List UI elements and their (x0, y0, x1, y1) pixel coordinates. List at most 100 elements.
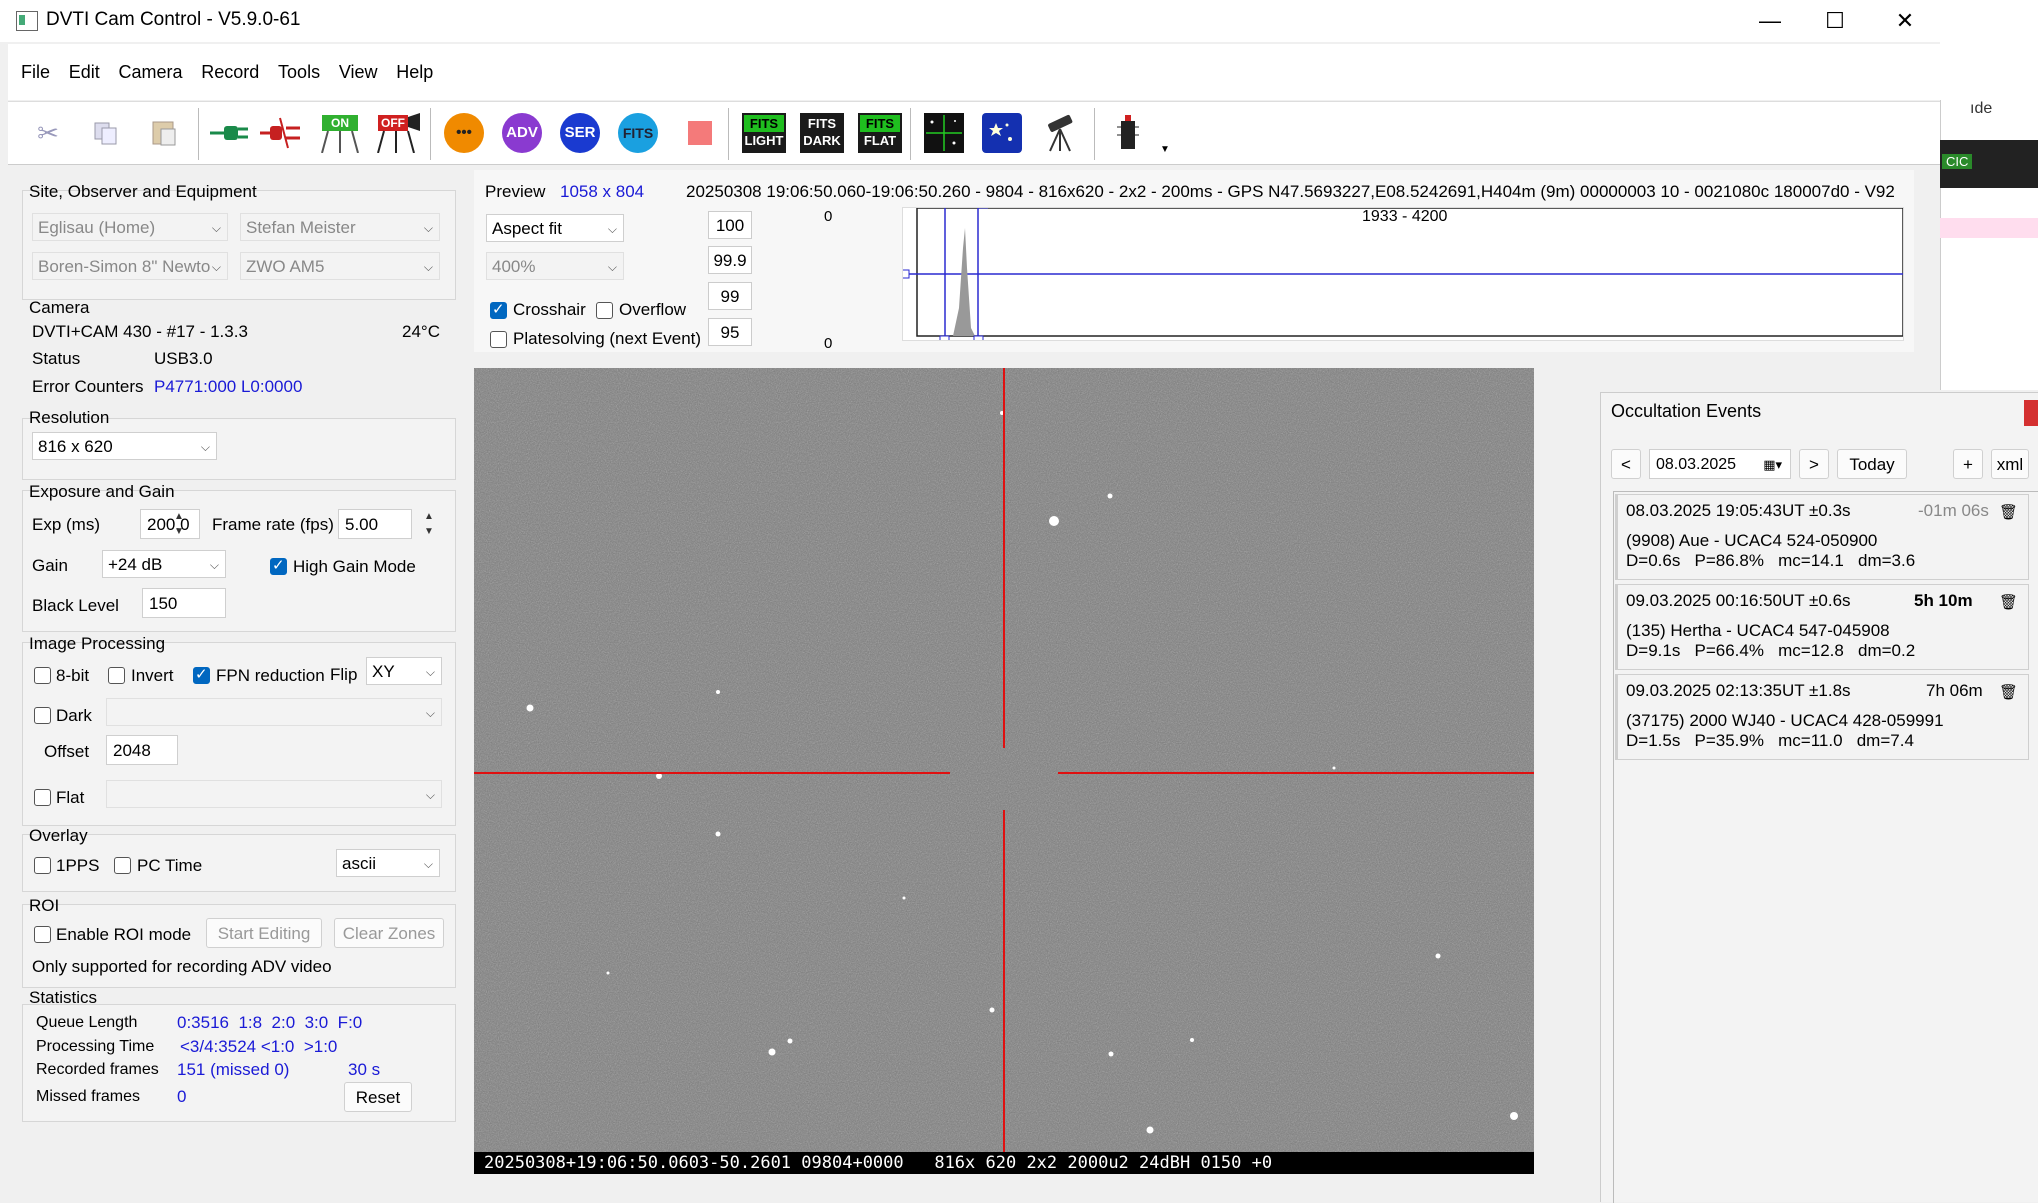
crosshair-icon[interactable] (924, 113, 964, 153)
minimize-button[interactable]: — (1735, 0, 1805, 42)
chevron-down-icon: ⌵ (423, 857, 433, 871)
device-icon[interactable] (1108, 113, 1148, 153)
exposure-stepper[interactable]: ▲ ▼ (170, 509, 188, 539)
close-button[interactable]: ✕ (1870, 0, 1940, 42)
trash-icon[interactable]: 🗑 (1999, 593, 2018, 611)
pc-time-label: PC Time (137, 856, 203, 875)
event-item[interactable]: 08.03.2025 19:05:43UT ±0.3s -01m 06s 🗑 (… (1615, 494, 2029, 580)
more-icon[interactable]: ••• (444, 113, 484, 153)
clear-zones-button[interactable]: Clear Zones (334, 918, 444, 948)
cut-icon[interactable]: ✂ (28, 113, 68, 153)
telescope-select[interactable]: Boren-Simon 8" Newto ⌵ (32, 252, 228, 280)
high-gain-checkbox[interactable] (270, 556, 287, 575)
event-stats: D=0.6s P=86.8% mc=14.1 dm=3.6 (1626, 551, 1916, 570)
black-level-input[interactable]: 150 (142, 588, 226, 618)
camera-image[interactable] (474, 368, 1534, 1174)
calendar-icon[interactable]: ▦▾ (1763, 450, 1782, 480)
platesolve-icon[interactable] (982, 113, 1022, 153)
close-panel-button[interactable] (2024, 400, 2038, 426)
dark-checkbox[interactable] (34, 707, 51, 724)
menu-record[interactable]: Record (201, 44, 259, 100)
level-100[interactable]: 100 (708, 211, 752, 239)
prev-day-button[interactable]: < (1611, 449, 1641, 479)
camera-on-icon[interactable]: ON (318, 113, 364, 153)
trash-icon[interactable]: 🗑 (1999, 683, 2018, 701)
fps-stepper[interactable]: ▲ ▼ (420, 509, 438, 539)
stop-icon[interactable] (680, 113, 720, 153)
observer-select[interactable]: Stefan Meister ⌵ (240, 213, 440, 241)
fits-dark-icon[interactable]: FITS DARK (800, 113, 844, 153)
fits-light-icon[interactable]: FITS LIGHT (742, 113, 786, 153)
background-badge: CIC (1942, 154, 1973, 169)
xml-button[interactable]: xml (1991, 449, 2029, 479)
menu-file[interactable]: File (21, 44, 50, 100)
dark-file-select[interactable]: ⌵ (106, 698, 442, 726)
processing-time-value: <3/4:3524 <1:0 >1:0 (180, 1037, 338, 1056)
overflow-checkbox[interactable] (596, 302, 613, 319)
ser-icon[interactable]: SER (560, 113, 600, 153)
date-input[interactable]: 08.03.2025 ▦▾ (1649, 449, 1791, 479)
invert-checkbox[interactable] (108, 667, 125, 684)
level-99[interactable]: 99 (708, 282, 752, 310)
1pps-checkbox[interactable] (34, 857, 51, 874)
reset-button[interactable]: Reset (344, 1082, 412, 1112)
crosshair-checkbox[interactable] (490, 300, 507, 319)
chevron-down-icon: ⌵ (211, 221, 221, 235)
add-event-button[interactable]: + (1953, 449, 1983, 479)
black-level-label: Black Level (32, 596, 119, 615)
star-field (474, 368, 1534, 1174)
fit-select[interactable]: Aspect fit ⌵ (486, 214, 624, 242)
platesolve-checkbox[interactable] (490, 331, 507, 348)
start-editing-button[interactable]: Start Editing (206, 918, 322, 948)
window-title: DVTI Cam Control - V5.9.0-61 (46, 9, 301, 30)
menu-view[interactable]: View (339, 44, 378, 100)
event-item[interactable]: 09.03.2025 00:16:50UT ±0.6s 5h 10m 🗑 (13… (1615, 584, 2029, 670)
trash-icon[interactable]: 🗑 (1999, 503, 2018, 521)
status-label: Status (32, 349, 81, 368)
disconnect-icon[interactable] (260, 113, 300, 153)
level-99-9[interactable]: 99.9 (708, 246, 752, 274)
menu-edit[interactable]: Edit (69, 44, 100, 100)
copy-icon[interactable] (86, 113, 126, 153)
chevron-down-icon: ⌵ (423, 260, 433, 274)
paste-icon[interactable] (144, 113, 184, 153)
event-item[interactable]: 09.03.2025 02:13:35UT ±1.8s 7h 06m 🗑 (37… (1615, 674, 2029, 760)
flip-select[interactable]: XY ⌵ (366, 657, 442, 685)
fps-input[interactable]: 5.00 (338, 509, 412, 539)
event-time: 09.03.2025 00:16:50UT ±0.6s (1626, 591, 1851, 610)
roi-checkbox[interactable] (34, 926, 51, 943)
occultation-title: Occultation Events (1611, 401, 1762, 421)
maximize-button[interactable]: ☐ (1800, 0, 1870, 42)
fits-flat-icon[interactable]: FITS FLAT (858, 113, 902, 153)
processing-time-label: Processing Time (36, 1038, 155, 1055)
menu-help[interactable]: Help (396, 44, 433, 100)
connect-icon[interactable] (210, 113, 250, 153)
gain-select[interactable]: +24 dB ⌵ (102, 550, 226, 578)
error-counters-value: P4771:000 L0:0000 (154, 377, 303, 396)
histogram[interactable] (900, 207, 1904, 345)
app-icon (16, 11, 38, 31)
next-day-button[interactable]: > (1799, 449, 1829, 479)
histogram-top-label: 0 (824, 208, 833, 225)
telescope-icon[interactable] (1040, 113, 1080, 153)
overlay-format-select[interactable]: ascii ⌵ (336, 849, 440, 877)
flat-checkbox[interactable] (34, 789, 51, 806)
offset-input[interactable]: 2048 (106, 735, 178, 765)
fits-icon[interactable]: FITS (618, 113, 658, 153)
queue-length-value: 0:3516 1:8 2:0 3:0 F:0 (177, 1013, 363, 1032)
camera-off-icon[interactable]: OFF (374, 113, 424, 153)
level-95[interactable]: 95 (708, 318, 752, 346)
zoom-select[interactable]: 400% ⌵ (486, 252, 624, 280)
8bit-checkbox[interactable] (34, 667, 51, 684)
resolution-select[interactable]: 816 x 620 ⌵ (32, 432, 217, 460)
fpn-checkbox[interactable] (193, 665, 210, 684)
mount-select[interactable]: ZWO AM5 ⌵ (240, 252, 440, 280)
menu-camera[interactable]: Camera (119, 44, 183, 100)
flat-file-select[interactable]: ⌵ (106, 780, 442, 808)
today-button[interactable]: Today (1837, 449, 1907, 479)
toolbar-overflow-icon[interactable]: ▼ (1160, 144, 1170, 155)
adv-icon[interactable]: ADV (502, 113, 542, 153)
site-select[interactable]: Eglisau (Home) ⌵ (32, 213, 228, 241)
pc-time-checkbox[interactable] (114, 857, 131, 874)
menu-tools[interactable]: Tools (278, 44, 320, 100)
